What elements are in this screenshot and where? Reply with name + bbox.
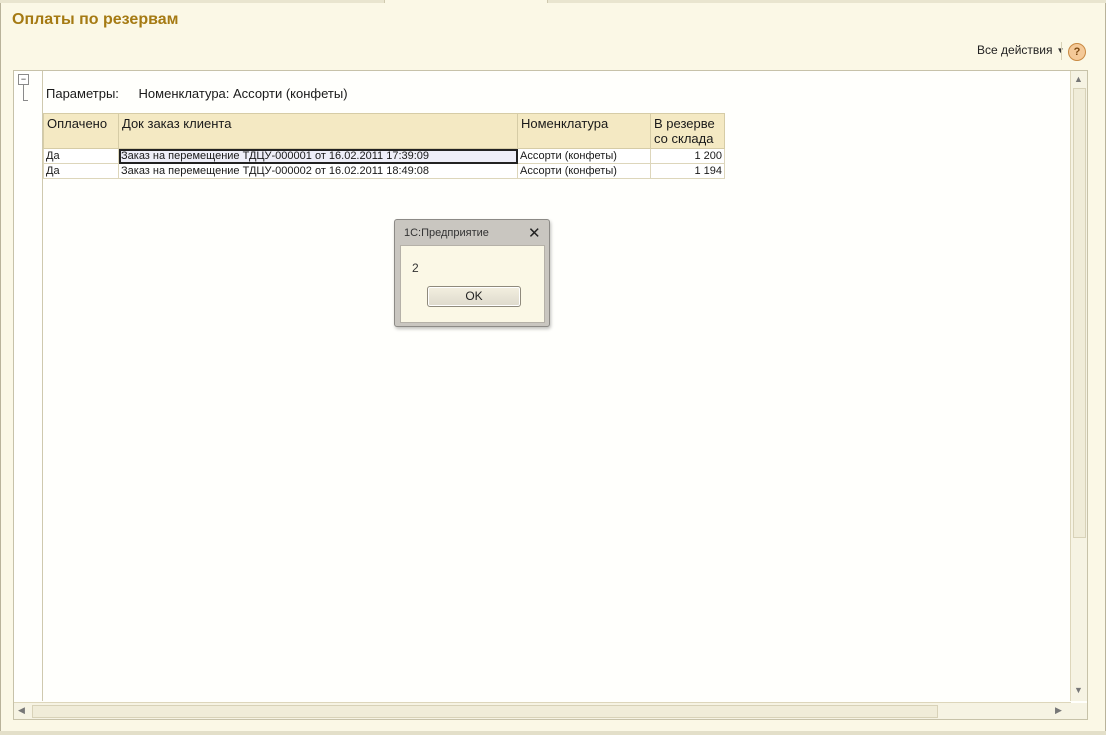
vertical-scroll-thumb[interactable]: [1073, 88, 1086, 538]
page-title: Оплаты по резервам: [12, 11, 179, 28]
vertical-scrollbar[interactable]: ▲ ▼: [1070, 71, 1087, 701]
cell-reserved[interactable]: 1 194: [650, 163, 725, 179]
horizontal-scrollbar[interactable]: ◀ ▶: [14, 702, 1071, 719]
dialog-title: 1С:Предприятие: [404, 227, 489, 239]
group-gutter: −: [14, 71, 43, 701]
cell-nomenclature[interactable]: Ассорти (конфеты): [517, 163, 651, 179]
help-button[interactable]: ?: [1068, 43, 1086, 61]
cell-paid[interactable]: Да: [43, 163, 119, 179]
params-label: Параметры:: [46, 86, 119, 101]
scroll-right-icon[interactable]: ▶: [1055, 705, 1062, 716]
dialog-message: 2: [412, 261, 419, 275]
group-bracket-line: [23, 84, 28, 101]
cell-client-order[interactable]: Заказ на перемещение ТДЦУ-000002 от 16.0…: [118, 163, 518, 179]
cell-client-order[interactable]: Заказ на перемещение ТДЦУ-000001 от 16.0…: [118, 148, 518, 164]
column-header-client-order[interactable]: Док заказ клиента: [118, 113, 518, 149]
column-header-reserved[interactable]: В резерве со склада: [650, 113, 725, 149]
scroll-up-icon[interactable]: ▲: [1074, 74, 1083, 84]
all-actions-label: Все действия: [977, 43, 1053, 57]
scroll-left-icon[interactable]: ◀: [18, 705, 25, 716]
report-table: Оплачено Док заказ клиента Номенклатура …: [43, 113, 725, 179]
close-icon[interactable]: ✕: [528, 224, 541, 242]
column-header-nomenclature[interactable]: Номенклатура: [517, 113, 651, 149]
message-dialog: 1С:Предприятие ✕ 2 OK: [394, 219, 550, 327]
column-header-paid[interactable]: Оплачено: [43, 113, 119, 149]
ok-button[interactable]: OK: [427, 286, 521, 307]
cell-paid[interactable]: Да: [43, 148, 119, 164]
cell-reserved[interactable]: 1 200: [650, 148, 725, 164]
table-row: Да Заказ на перемещение ТДЦУ-000001 от 1…: [43, 148, 725, 164]
cell-nomenclature[interactable]: Ассорти (конфеты): [517, 148, 651, 164]
toolbar-separator: [1061, 42, 1062, 60]
table-header-row: Оплачено Док заказ клиента Номенклатура …: [43, 113, 725, 149]
scroll-down-icon[interactable]: ▼: [1074, 685, 1083, 695]
dialog-body: 2 OK: [400, 245, 545, 323]
table-row: Да Заказ на перемещение ТДЦУ-000002 от 1…: [43, 163, 725, 179]
bottom-border: [0, 731, 1106, 735]
report-spreadsheet[interactable]: − Параметры: Номенклатура: Ассорти (конф…: [13, 70, 1088, 720]
params-value: Номенклатура: Ассорти (конфеты): [138, 86, 348, 101]
active-tab[interactable]: [384, 0, 548, 3]
report-parameters: Параметры: Номенклатура: Ассорти (конфет…: [46, 86, 348, 101]
horizontal-scroll-thumb[interactable]: [32, 705, 938, 718]
all-actions-menu[interactable]: Все действия ▼: [977, 43, 1064, 57]
top-tab-strip: [0, 0, 1106, 3]
scrollbar-corner: [1071, 703, 1087, 719]
